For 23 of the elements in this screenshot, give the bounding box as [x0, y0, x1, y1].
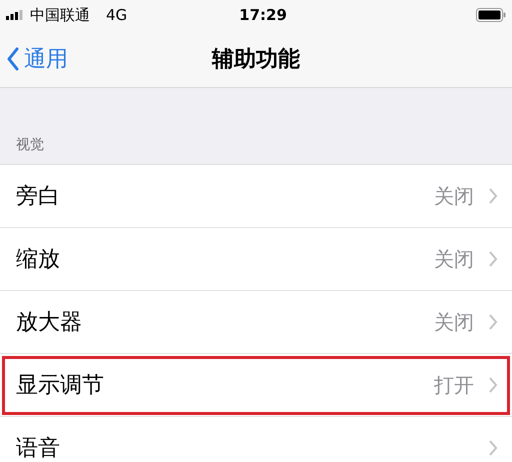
carrier-name: 中国联通 — [30, 6, 90, 24]
back-chevron-icon — [6, 46, 20, 70]
row-label: 缩放 — [16, 246, 60, 274]
row-value: 打开 — [434, 372, 474, 398]
chevron-icon — [488, 376, 498, 394]
chevron-icon — [488, 439, 498, 457]
row-value: 关闭 — [434, 246, 474, 272]
chevron-icon — [488, 313, 498, 331]
row-label: 显示调节 — [16, 372, 104, 400]
row-label: 放大器 — [16, 309, 82, 337]
row-label: 旁白 — [16, 183, 60, 211]
row-value: 关闭 — [434, 182, 474, 210]
page-title: 辅助功能 — [212, 46, 300, 74]
section-header: 视觉 — [16, 136, 44, 154]
row-label: 语音 — [16, 435, 60, 462]
battery-icon — [476, 8, 506, 22]
chevron-icon — [488, 250, 498, 268]
back-button[interactable]: 通用 — [0, 44, 68, 74]
settings-row[interactable]: 显示调节 打开 — [0, 354, 512, 417]
network-type: 4G — [106, 6, 128, 24]
row-value: 关闭 — [434, 308, 474, 336]
chevron-icon — [488, 187, 498, 205]
clock-time: 17:29 — [239, 6, 287, 24]
